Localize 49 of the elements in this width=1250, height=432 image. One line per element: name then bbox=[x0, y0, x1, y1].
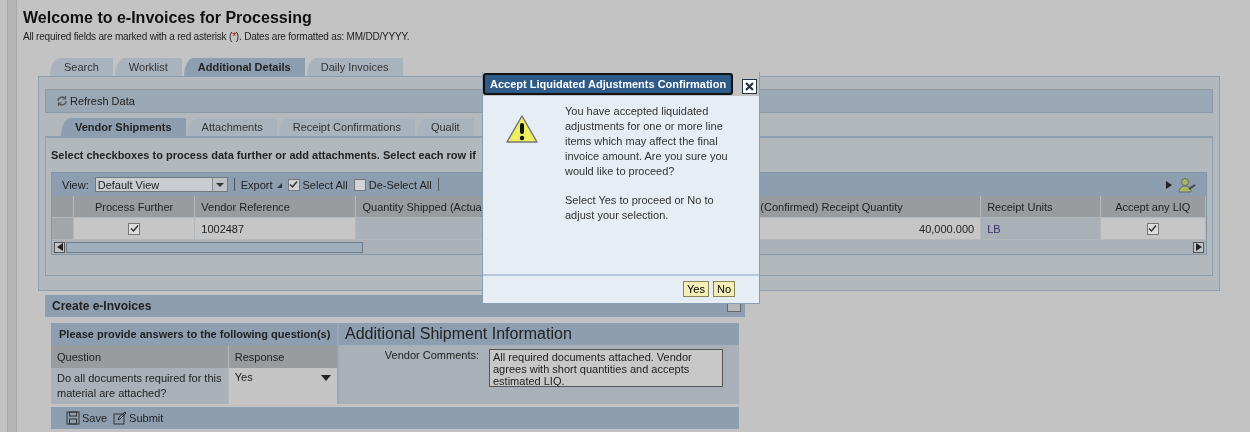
tab[interactable]: Search bbox=[50, 58, 113, 76]
dialog-message: You have accepted liquidated adjustments for one or more line items which may affect the final invoice amount. Are you sure you would like to proceed? bbox=[565, 104, 729, 179]
warning-icon bbox=[505, 114, 539, 144]
info-heading: Additional Shipment Information bbox=[339, 323, 739, 345]
refresh-icon bbox=[56, 95, 68, 107]
deselect-all-button[interactable]: De-Select All bbox=[353, 178, 432, 191]
tab[interactable]: Qualit bbox=[416, 118, 474, 136]
user-settings-icon[interactable] bbox=[1178, 176, 1196, 193]
field-label: Vendor Comments: bbox=[383, 349, 480, 363]
tab[interactable]: Worklist bbox=[114, 58, 182, 76]
tab[interactable]: Vendor Shipments bbox=[61, 118, 186, 136]
page-title: Welcome to e-Invoices for Processing bbox=[23, 9, 313, 28]
scrollbar-thumb[interactable] bbox=[66, 241, 363, 253]
caret-icon bbox=[275, 181, 282, 188]
required-fields-note: All required fields are marked with a red asterisk (*). Dates are formatted as: MM/DD/YYYY. bbox=[23, 31, 411, 42]
table-cell: LB bbox=[981, 218, 1101, 240]
tab[interactable]: Additional Details bbox=[183, 58, 305, 76]
response-dropdown[interactable]: Yes bbox=[228, 368, 337, 404]
submit-button[interactable]: Submit bbox=[113, 411, 164, 425]
scroll-right-button[interactable] bbox=[1193, 241, 1204, 253]
close-icon[interactable] bbox=[742, 78, 757, 94]
questions-heading: Please provide answers to the following question(s) bbox=[51, 323, 337, 345]
checkbox-icon bbox=[353, 178, 366, 191]
table-cell: 1002487 bbox=[195, 218, 357, 240]
checkbox[interactable] bbox=[1146, 222, 1159, 235]
comments-field[interactable]: All required documents attached. Vendor agrees with short quantities and accepts estimated LIQ. bbox=[489, 349, 723, 387]
view-dropdown[interactable]: Default View bbox=[94, 177, 228, 192]
save-button[interactable]: Save bbox=[66, 411, 108, 425]
no-button[interactable]: No bbox=[712, 281, 735, 297]
tab[interactable]: Receipt Confirmations bbox=[278, 118, 415, 136]
checkbox[interactable] bbox=[128, 222, 141, 235]
export-button[interactable]: Export bbox=[240, 178, 282, 191]
select-all-button[interactable]: Select All bbox=[287, 178, 348, 191]
tab[interactable]: Daily Invoices bbox=[306, 58, 403, 76]
column-header: Question bbox=[51, 345, 229, 368]
pencil-note-icon bbox=[113, 411, 128, 425]
column-header: Response bbox=[228, 345, 337, 368]
dialog-title: Accept Liquidated Adjustments Confirmation bbox=[483, 73, 734, 95]
yes-button[interactable]: Yes bbox=[683, 281, 709, 297]
scroll-left-button[interactable] bbox=[54, 241, 65, 253]
expand-arrow-icon[interactable] bbox=[1166, 180, 1172, 189]
dropdown-arrow-icon bbox=[321, 375, 331, 381]
dialog-message: Select Yes to proceed or No to adjust your selection. bbox=[565, 193, 715, 223]
view-label: View: bbox=[62, 178, 89, 191]
refresh-button[interactable]: Refresh Data bbox=[56, 95, 135, 107]
checkbox-icon bbox=[287, 178, 300, 191]
tab[interactable]: Attachments bbox=[187, 118, 277, 136]
instruction-text: Select checkboxes to process data further or add attachments. Select each row if bbox=[51, 149, 476, 163]
section-title: Create e-Invoices bbox=[52, 299, 152, 313]
